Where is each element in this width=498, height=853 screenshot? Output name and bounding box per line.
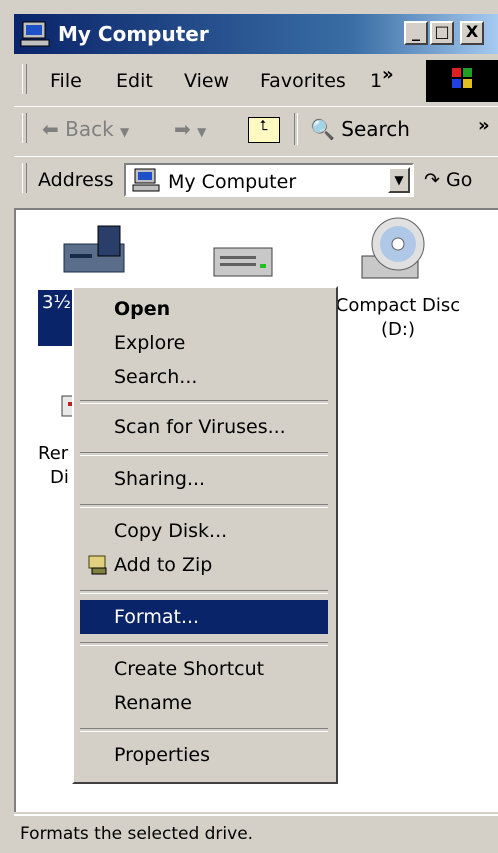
status-text: Formats the selected drive. [20,824,254,844]
status-bar: Formats the selected drive. [14,814,498,853]
back-arrow-icon: ⬅ [42,117,59,141]
context-menu: Open Explore Search... Scan for Viruses.… [72,286,338,784]
address-value: My Computer [168,171,297,193]
addressbar-grip[interactable] [22,163,27,193]
menu-item-search[interactable]: Search... [80,360,328,394]
go-label: Go [445,169,473,191]
menu-separator [80,504,328,508]
menubar-grip[interactable] [22,64,27,94]
standard-toolbar: ⬅ Back ▼ ➡ ▼ ⮤ 🔍 Search » [14,106,498,153]
menu-item-copy-disk[interactable]: Copy Disk... [80,514,328,548]
menu-item-add-to-zip[interactable]: Add to Zip [80,548,328,582]
menu-item-scan-for-viruses[interactable]: Scan for Viruses... [80,410,328,444]
menu-view[interactable]: View [184,70,229,92]
floppy-drive-icon[interactable] [60,222,128,278]
address-label: Address [38,169,114,191]
search-button[interactable]: 🔍 Search [310,117,410,141]
search-icon: 🔍 [310,117,335,141]
menu-edit[interactable]: Edit [116,70,153,92]
compact-disc-icon[interactable] [360,216,426,284]
toolbar-more-chevron-icon[interactable]: » [478,115,490,136]
menu-separator [80,590,328,594]
minimize-button[interactable]: _ [404,21,428,45]
go-button[interactable]: ↷ Go [424,169,472,191]
up-folder-button[interactable]: ⮤ [248,117,280,143]
go-arrow-icon: ↷ [424,169,440,191]
menu-file[interactable]: File [50,70,82,92]
search-label: Search [341,117,410,141]
menu-separator [80,642,328,646]
menu-separator [80,400,328,404]
address-bar: Address My Computer ▼ ↷ Go [14,156,498,205]
my-computer-icon [20,21,50,47]
forward-button[interactable]: ➡ ▼ [174,117,206,141]
zip-icon [88,555,107,575]
close-button[interactable]: X [460,21,484,45]
menu-bar: File Edit View Favorites 1 » [14,58,498,102]
hard-drive-icon[interactable] [212,242,276,282]
menu-item-sharing[interactable]: Sharing... [80,462,328,496]
back-button[interactable]: ⬅ Back ▼ [42,117,129,141]
window-title: My Computer [58,22,209,46]
title-bar: My Computer _ □ X [14,14,498,54]
toolbar-separator [294,113,298,145]
my-computer-small-icon [132,168,160,192]
menu-item-properties[interactable]: Properties [80,738,328,772]
menu-favorites[interactable]: Favorites [260,70,346,92]
address-input[interactable]: My Computer ▼ [124,163,414,197]
menu-item-open[interactable]: Open [80,292,328,326]
menu-item-rename[interactable]: Rename [80,686,328,720]
address-dropdown-button[interactable]: ▼ [388,167,410,193]
back-dropdown-icon: ▼ [120,125,130,139]
menu-item-create-shortcut[interactable]: Create Shortcut [80,652,328,686]
menu-item-format[interactable]: Format... [80,600,328,634]
menu-separator [80,452,328,456]
compact-disc-label[interactable]: Compact Disc (D:) [334,294,462,342]
toolbar-grip[interactable] [22,113,27,143]
maximize-button[interactable]: □ [430,21,454,45]
menu-more-chevron-icon[interactable]: » [382,64,394,85]
menu-separator [80,728,328,732]
menu-tools[interactable]: 1 [370,70,382,92]
back-label: Back [65,117,114,141]
windows-logo-icon [426,60,498,102]
menu-item-explore[interactable]: Explore [80,326,328,360]
